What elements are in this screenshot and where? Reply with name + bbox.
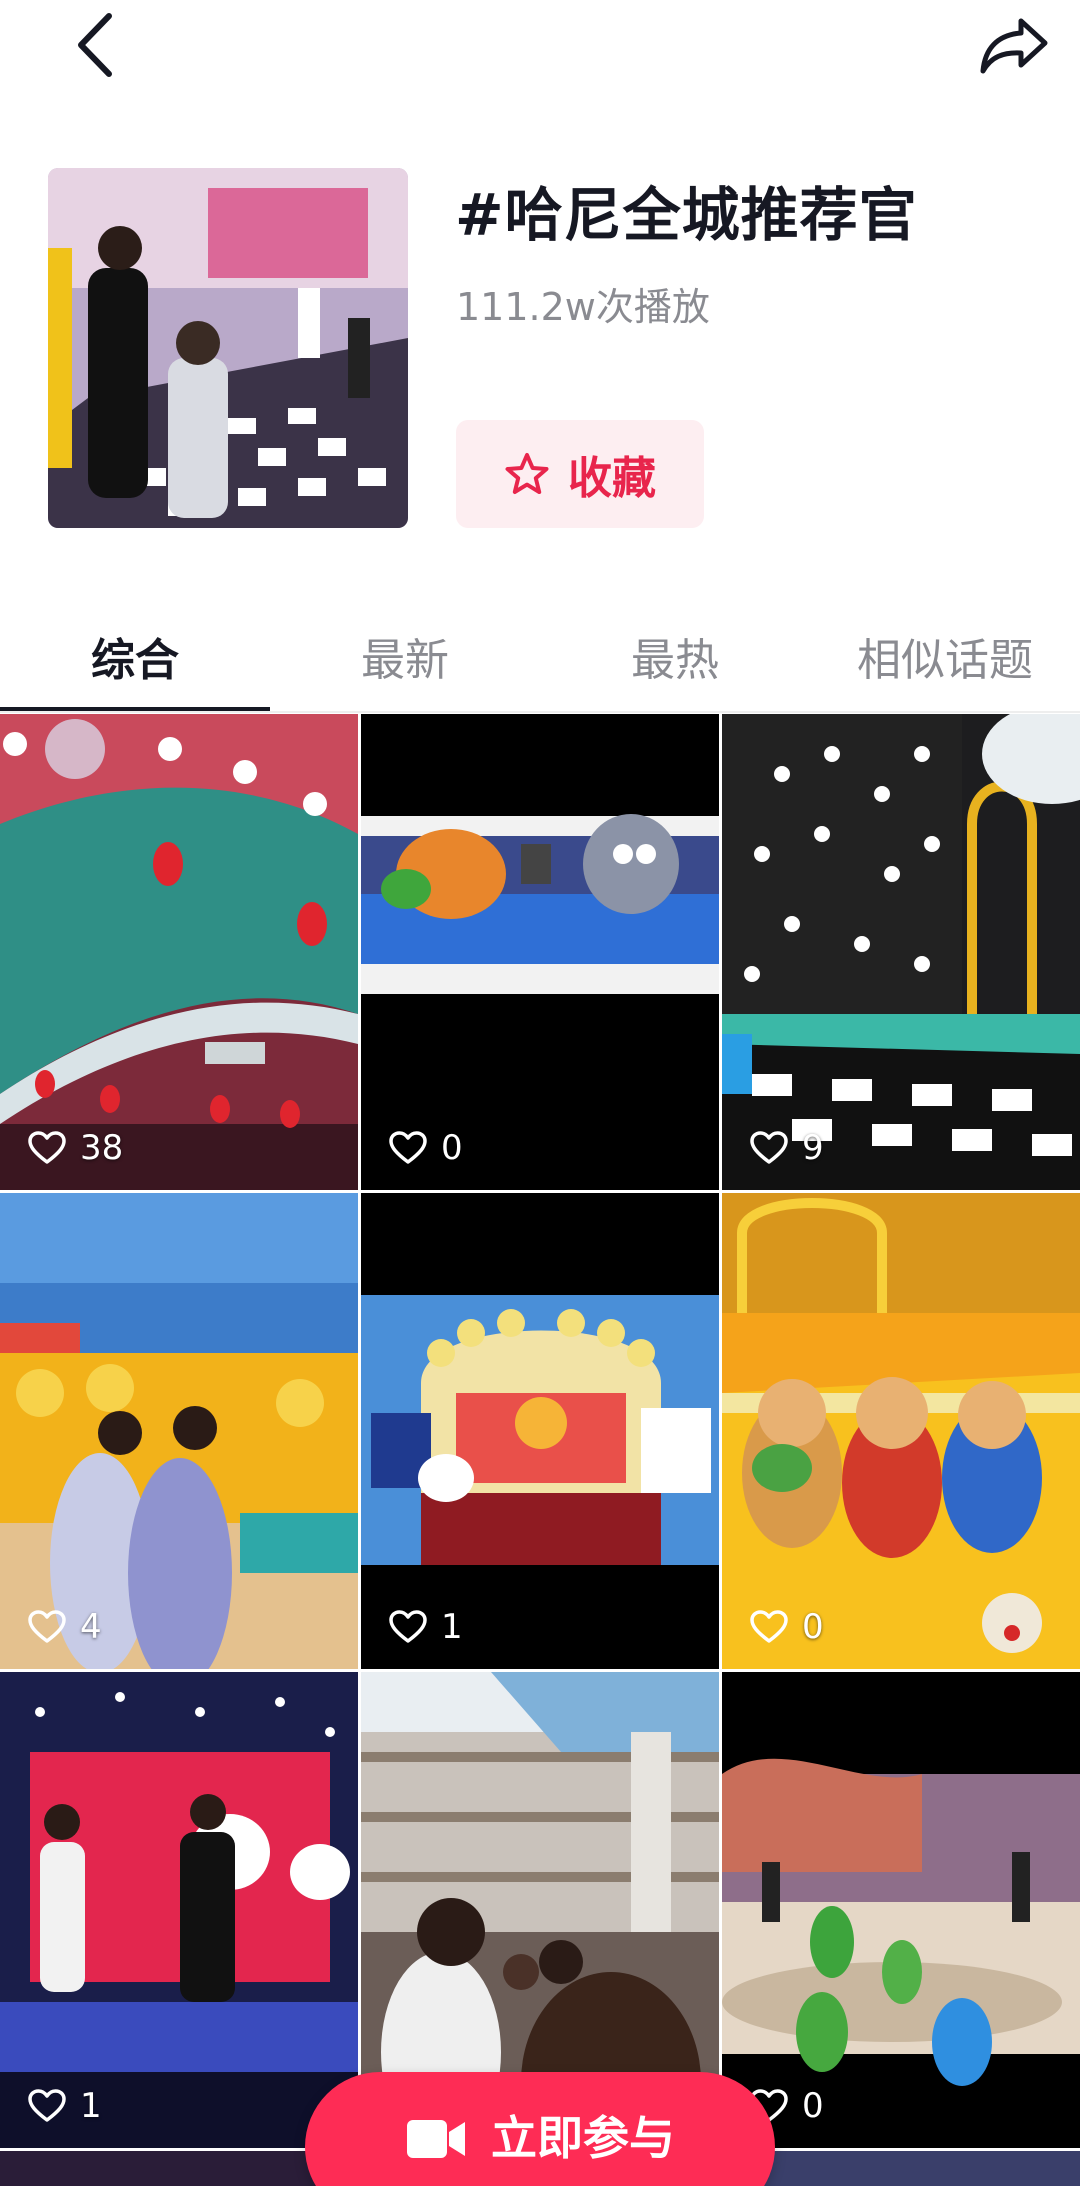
topic-cover-image — [48, 168, 408, 528]
tab-hottest[interactable]: 最热 — [540, 600, 810, 712]
video-camera-icon — [407, 2120, 465, 2158]
video-card[interactable]: 38 — [0, 714, 358, 1190]
like-count-value: 1 — [441, 1607, 463, 1647]
heart-outline-icon — [389, 1610, 427, 1643]
like-count: 1 — [389, 1607, 463, 1647]
collect-button[interactable]: 收藏 — [456, 420, 704, 528]
heart-outline-icon — [389, 1131, 427, 1164]
tab-bar: 综合 最新 最热 相似话题 — [0, 600, 1080, 712]
share-arrow-icon — [980, 18, 1048, 74]
heart-outline-icon — [28, 1131, 66, 1164]
like-count: 9 — [750, 1128, 824, 1168]
topic-title: #哈尼全城推荐官 — [455, 181, 918, 249]
like-count-value: 0 — [802, 2086, 824, 2126]
like-count-value: 9 — [802, 1128, 824, 1168]
video-card[interactable]: 1 — [0, 1672, 358, 2148]
like-count: 0 — [750, 1607, 824, 1647]
like-count-value: 0 — [802, 1607, 824, 1647]
heart-outline-icon — [28, 2089, 66, 2122]
back-button[interactable] — [55, 5, 135, 85]
chevron-left-icon — [78, 13, 112, 77]
like-count-value: 4 — [80, 1607, 102, 1647]
like-count-value: 1 — [80, 2086, 102, 2126]
top-bar — [0, 0, 1080, 110]
collect-label: 收藏 — [568, 453, 656, 504]
join-now-label: 立即参与 — [491, 2111, 675, 2165]
join-now-button[interactable]: 立即参与 — [305, 2072, 775, 2186]
heart-outline-icon — [750, 1610, 788, 1643]
like-count: 4 — [28, 1607, 102, 1647]
heart-outline-icon — [750, 1131, 788, 1164]
tab-similar-topics[interactable]: 相似话题 — [810, 600, 1080, 712]
play-count: 111.2w次播放 — [456, 285, 710, 329]
like-count: 38 — [28, 1128, 123, 1168]
like-count-value: 0 — [441, 1128, 463, 1168]
like-count: 1 — [28, 2086, 102, 2126]
tab-divider — [0, 711, 1080, 713]
like-count: 0 — [389, 1128, 463, 1168]
video-card[interactable]: 1 — [361, 1193, 719, 1669]
video-card[interactable] — [722, 2151, 1080, 2186]
share-button[interactable] — [970, 5, 1060, 85]
topic-page: #哈尼全城推荐官 111.2w次播放 收藏 综合 最新 最热 相似话题 38 0… — [0, 0, 1080, 2186]
video-card[interactable]: 0 — [722, 1193, 1080, 1669]
video-card[interactable]: 9 — [722, 714, 1080, 1190]
like-count-value: 38 — [80, 1128, 124, 1168]
heart-outline-icon — [28, 1610, 66, 1643]
video-card[interactable] — [0, 2151, 358, 2186]
video-card[interactable]: 0 — [722, 1672, 1080, 2148]
video-grid: 38 0 9 4 1 0 1 0 — [0, 714, 1080, 2186]
tab-latest[interactable]: 最新 — [270, 600, 540, 712]
video-card[interactable]: 4 — [0, 1193, 358, 1669]
video-card[interactable]: 0 — [361, 714, 719, 1190]
star-outline-icon — [505, 453, 549, 494]
tab-comprehensive[interactable]: 综合 — [0, 600, 270, 712]
